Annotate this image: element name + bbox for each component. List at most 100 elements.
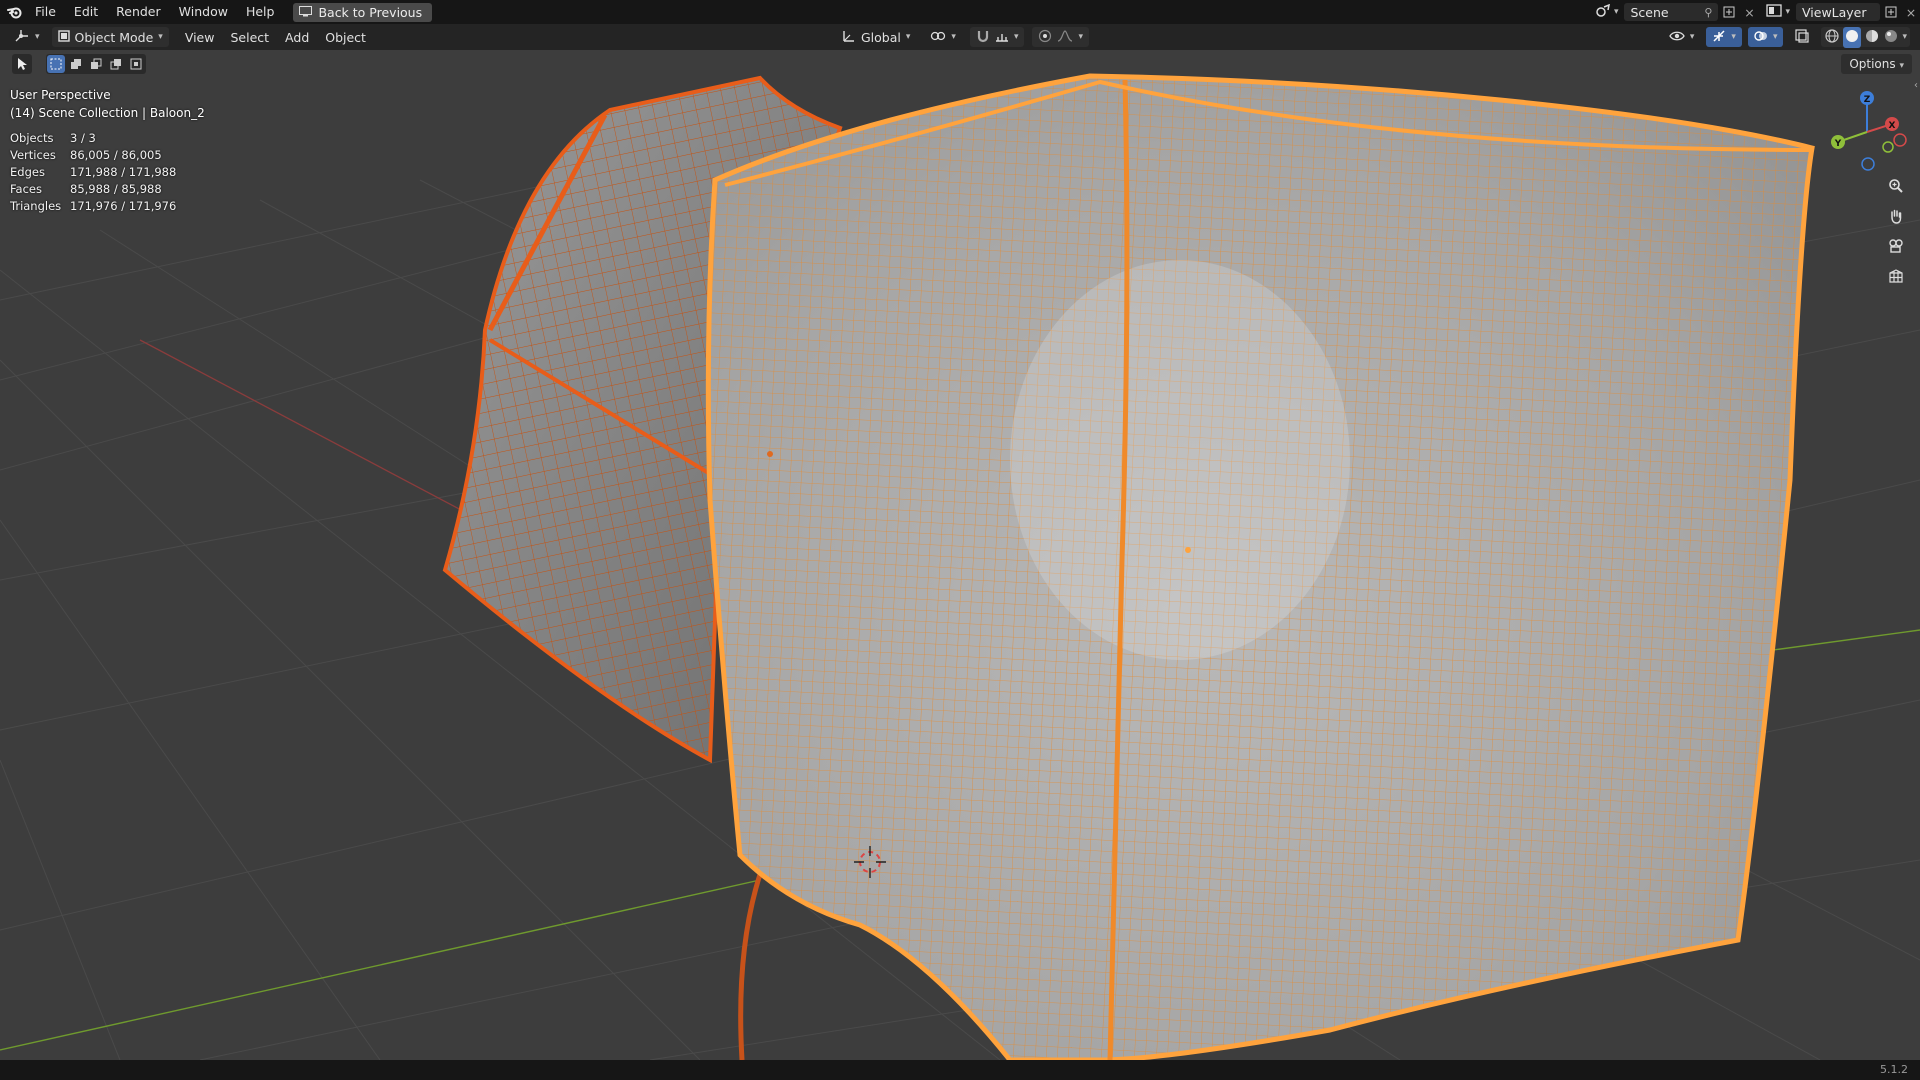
stat-row: Triangles 171,976 / 171,976: [10, 198, 176, 215]
menu-edit[interactable]: Edit: [65, 0, 107, 24]
solid-shading-icon[interactable]: [1843, 26, 1862, 48]
menu-select[interactable]: Select: [224, 27, 275, 47]
material-preview-icon[interactable]: [1864, 28, 1880, 47]
xray-icon: [1795, 28, 1810, 46]
stat-value: 86,005 / 86,005: [70, 148, 162, 162]
select-subtract-icon[interactable]: [87, 55, 105, 73]
magnet-icon: [976, 29, 990, 46]
overlays-toggle[interactable]: ▾: [1747, 27, 1784, 47]
select-intersect-icon[interactable]: [127, 55, 145, 73]
viewport-scene: [0, 73, 1920, 1060]
rendered-shading-icon[interactable]: [1883, 28, 1899, 47]
orthographic-toggle-icon[interactable]: [1884, 264, 1908, 288]
zoom-icon[interactable]: [1884, 174, 1908, 198]
mode-selector[interactable]: Object Mode ▾: [51, 27, 169, 47]
options-label: Options: [1849, 57, 1896, 71]
remove-scene-icon[interactable]: ×: [1740, 5, 1758, 20]
gizmo-toggle[interactable]: ▾: [1706, 27, 1742, 47]
scene-name: Scene: [1630, 4, 1669, 20]
stat-row: Faces 85,988 / 85,988: [10, 181, 176, 198]
chevron-down-icon: ▾: [1689, 32, 1695, 42]
orientation-icon: [842, 29, 856, 46]
stat-label: Objects: [10, 131, 54, 145]
menu-render[interactable]: Render: [107, 0, 170, 24]
chevron-down-icon[interactable]: ▾: [1902, 32, 1907, 42]
stat-label: Edges: [10, 165, 45, 179]
eye-icon: [1669, 30, 1685, 45]
pin-icon[interactable]: ⚲: [1704, 6, 1712, 19]
new-scene-icon[interactable]: [1718, 6, 1740, 18]
new-view-layer-icon[interactable]: [1880, 6, 1902, 18]
proportional-editing-toggle[interactable]: ▾: [1032, 27, 1089, 47]
menu-view[interactable]: View: [179, 27, 221, 47]
orientation-selector[interactable]: Global ▾: [836, 27, 916, 47]
gizmo-z-label: Z: [1864, 95, 1871, 105]
select-invert-icon[interactable]: [107, 55, 125, 73]
chevron-down-icon: ▾: [158, 32, 163, 42]
shading-modes: ▾: [1821, 26, 1910, 48]
back-to-previous-label: Back to Previous: [318, 4, 423, 20]
mode-label: Object Mode: [74, 29, 154, 45]
3d-viewport[interactable]: User Perspective (14) Scene Collection |…: [0, 50, 1920, 1060]
back-to-previous-button[interactable]: Back to Previous: [293, 2, 433, 22]
proportional-editing-icon: [1038, 29, 1052, 46]
orientation-label: Global: [861, 29, 901, 45]
remove-view-layer-icon[interactable]: ×: [1902, 5, 1920, 20]
x-axis-line: [139, 339, 481, 521]
camera-view-icon[interactable]: [1884, 234, 1908, 258]
pan-hand-icon[interactable]: [1884, 204, 1908, 228]
overlays-icon: [1754, 29, 1768, 46]
object-mode-icon: [57, 29, 70, 45]
gizmo-icon: [1712, 29, 1726, 46]
select-extend-icon[interactable]: [67, 55, 85, 73]
stat-row: Vertices 86,005 / 86,005: [10, 147, 176, 164]
view-layer-icon: [1766, 4, 1783, 20]
perspective-label: User Perspective: [10, 88, 111, 102]
top-menu-bar: File Edit Render Window Help Back to Pre…: [0, 0, 1920, 24]
select-tool-icon[interactable]: [12, 54, 32, 74]
chevron-down-icon: ▾: [905, 32, 911, 42]
visibility-selector[interactable]: ▾: [1663, 27, 1701, 47]
select-new-icon[interactable]: [47, 55, 65, 73]
scene-name-field[interactable]: Scene ⚲: [1624, 3, 1719, 21]
menu-help[interactable]: Help: [237, 0, 284, 24]
chevron-down-icon: ▾: [35, 32, 40, 42]
snap-toggle[interactable]: ▾: [969, 27, 1025, 47]
snap-increment-icon: [995, 29, 1009, 46]
transform-controls: Global ▾ ▾ ▾ ▾: [836, 27, 1089, 47]
menu-window[interactable]: Window: [170, 0, 237, 24]
version-label: 5.1.2: [1880, 1063, 1908, 1076]
viewport-header: ▾ Object Mode ▾ View Select Add Object G…: [0, 24, 1920, 50]
blender-logo-icon[interactable]: [4, 0, 26, 24]
menu-object[interactable]: Object: [319, 27, 372, 47]
tool-selection-row: [12, 54, 146, 74]
viewport-display-controls: ▾ ▾ ▾ ▾: [1663, 26, 1910, 48]
stat-value: 3 / 3: [70, 131, 96, 145]
menu-file[interactable]: File: [26, 0, 65, 24]
stat-row: Edges 171,988 / 171,988: [10, 164, 176, 181]
stat-value: 85,988 / 85,988: [70, 182, 162, 196]
view-layer-selector[interactable]: ▾: [1766, 4, 1790, 20]
xray-toggle[interactable]: [1789, 27, 1815, 47]
navigation-gizmo[interactable]: Z Y X: [1822, 84, 1912, 174]
pivot-point-selector[interactable]: ▾: [924, 27, 962, 47]
collection-label: (14) Scene Collection | Baloon_2: [10, 106, 205, 120]
sidebar-toggle-icon[interactable]: ‹: [1914, 80, 1920, 100]
wireframe-shading-icon[interactable]: [1824, 28, 1840, 47]
stat-label: Vertices: [10, 148, 56, 162]
stat-row: Objects 3 / 3: [10, 130, 176, 147]
selection-mode-group: [46, 54, 146, 74]
options-dropdown[interactable]: Options ▾: [1841, 54, 1912, 74]
chevron-down-icon: ▾: [951, 32, 956, 42]
chevron-down-icon: ▾: [1899, 61, 1904, 71]
screen-icon: [299, 3, 313, 22]
view-layer-name: ViewLayer: [1802, 4, 1867, 20]
chevron-down-icon: ▾: [1731, 32, 1736, 42]
view-layer-name-field[interactable]: ViewLayer: [1796, 3, 1880, 21]
chevron-down-icon: ▾: [1013, 32, 1019, 42]
editor-type-selector[interactable]: ▾: [8, 27, 46, 47]
gizmo-x-label: X: [1889, 121, 1896, 131]
chevron-down-icon: ▾: [1772, 32, 1778, 42]
scene-selector[interactable]: ▾: [1595, 3, 1618, 21]
menu-add[interactable]: Add: [279, 27, 315, 47]
